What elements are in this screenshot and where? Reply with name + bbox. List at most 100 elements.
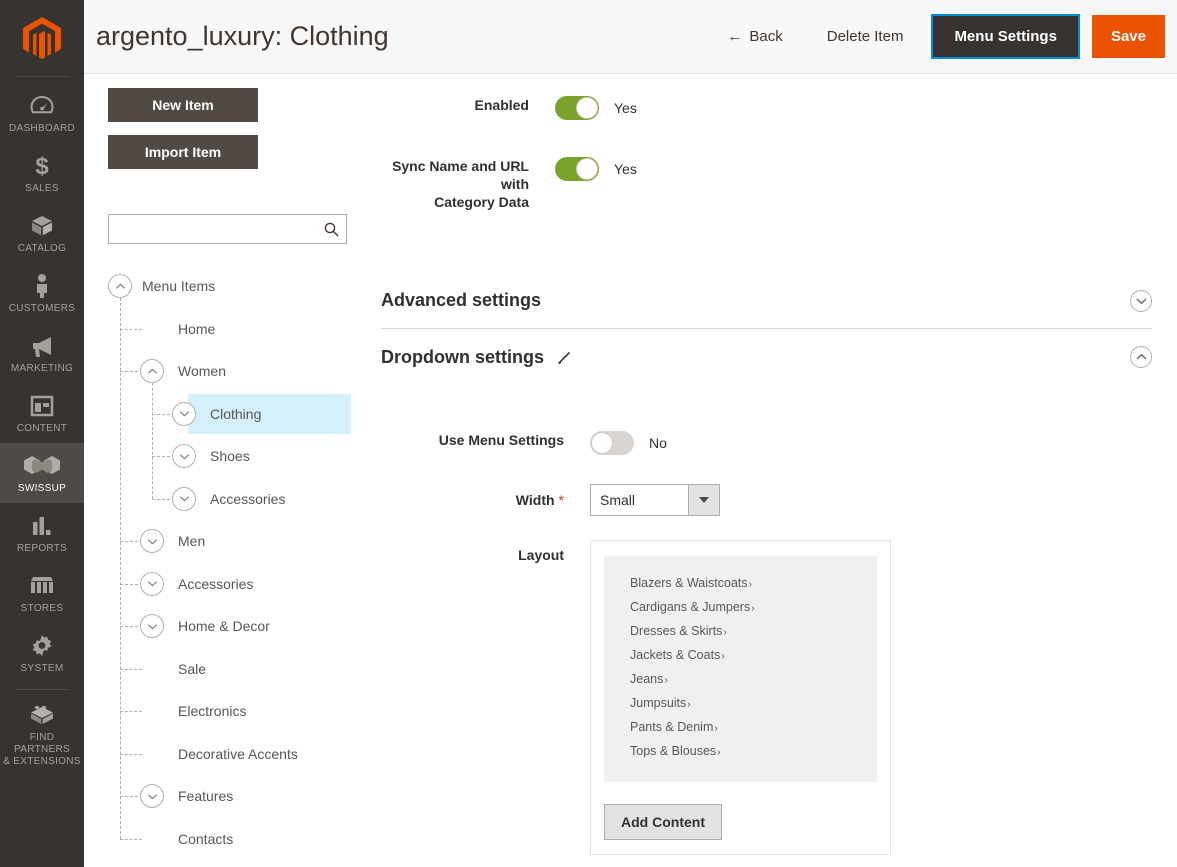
sidebar-item-marketing[interactable]: MARKETING bbox=[0, 323, 84, 383]
sidebar-item-stores[interactable]: STORES bbox=[0, 563, 84, 623]
tree-node[interactable]: Sale bbox=[108, 648, 381, 691]
sidebar-item-content[interactable]: CONTENT bbox=[0, 383, 84, 443]
chevron-down-icon[interactable] bbox=[140, 529, 164, 554]
tree-node[interactable]: Clothing bbox=[108, 393, 381, 436]
use-menu-settings-toggle[interactable] bbox=[590, 431, 634, 455]
advanced-settings-section[interactable]: Advanced settings bbox=[381, 273, 1152, 329]
tree-node-label: Features bbox=[178, 788, 234, 805]
tree-node[interactable]: Shoes bbox=[108, 435, 381, 478]
new-item-button[interactable]: New Item bbox=[108, 88, 258, 122]
sidebar-item-system[interactable]: SYSTEM bbox=[0, 623, 84, 683]
chevron-down-icon[interactable] bbox=[1130, 289, 1152, 312]
sidebar-item-dashboard[interactable]: DASHBOARD bbox=[0, 83, 84, 143]
sync-control: Yes bbox=[555, 157, 637, 181]
chevron-up-icon[interactable] bbox=[108, 274, 132, 299]
dropdown-settings-section[interactable]: Dropdown settings bbox=[381, 329, 1152, 385]
tree-search bbox=[108, 214, 347, 244]
chevron-right-icon: › bbox=[723, 627, 727, 638]
use-menu-settings-control: No bbox=[590, 431, 667, 455]
chevron-up-icon[interactable] bbox=[140, 359, 164, 384]
magento-logo[interactable] bbox=[0, 0, 84, 76]
sidebar-item-customers[interactable]: CUSTOMERS bbox=[0, 263, 84, 323]
tree-node-label: Shoes bbox=[210, 448, 250, 465]
tree-connector-horizontal bbox=[120, 796, 138, 798]
sidebar-item-swissup[interactable]: SWISSUP bbox=[0, 443, 84, 503]
pencil-icon[interactable] bbox=[557, 350, 572, 365]
chevron-up-icon[interactable] bbox=[1130, 346, 1152, 368]
enabled-value: Yes bbox=[614, 100, 637, 116]
tree-node[interactable]: Features bbox=[108, 775, 381, 818]
search-input[interactable] bbox=[109, 216, 316, 242]
sidebar-item-reports[interactable]: REPORTS bbox=[0, 503, 84, 563]
chevron-down-icon[interactable] bbox=[172, 486, 196, 511]
menu-tree-panel: New Item Import Item Menu Items Home Women… bbox=[84, 74, 381, 860]
enabled-toggle[interactable] bbox=[555, 96, 599, 120]
store-icon bbox=[29, 573, 55, 599]
tree-node[interactable]: Men bbox=[108, 520, 381, 563]
back-button[interactable]: ← Back bbox=[705, 18, 804, 55]
toggle-knob bbox=[576, 158, 598, 180]
width-select[interactable]: Small bbox=[590, 484, 720, 516]
sync-toggle[interactable] bbox=[555, 157, 599, 181]
sidebar-label: DASHBOARD bbox=[8, 123, 76, 134]
width-label: Width * bbox=[381, 484, 590, 509]
toggle-knob bbox=[591, 432, 613, 454]
sidebar-item-catalog[interactable]: CATALOG bbox=[0, 203, 84, 263]
chevron-down-icon[interactable] bbox=[140, 571, 164, 596]
enabled-label: Enabled bbox=[474, 97, 529, 113]
tree-node[interactable]: Decorative Accents bbox=[108, 733, 381, 776]
layout-item[interactable]: Jackets & Coats› bbox=[630, 644, 877, 668]
layout-item-label: Jeans bbox=[630, 672, 664, 686]
layout-item[interactable]: Tops & Blouses› bbox=[630, 740, 877, 764]
tree-node[interactable]: Home bbox=[108, 308, 381, 351]
save-button[interactable]: Save bbox=[1091, 15, 1165, 58]
layout-control: Blazers & Waistcoats› Cardigans & Jumpers… bbox=[590, 540, 891, 855]
gear-icon bbox=[30, 633, 54, 659]
chevron-down-icon[interactable] bbox=[140, 614, 164, 639]
sidebar-label: CATALOG bbox=[17, 243, 67, 254]
sidebar-item-find-partners[interactable]: FIND PARTNERS & EXTENSIONS bbox=[0, 692, 84, 776]
width-selected-value: Small bbox=[600, 492, 636, 508]
menu-tree: Menu Items Home Women Clothing Shoes Accessor… bbox=[108, 265, 381, 860]
chevron-right-icon: › bbox=[748, 579, 752, 590]
sidebar-label: STORES bbox=[20, 603, 64, 614]
tree-node[interactable]: Accessories bbox=[108, 563, 381, 606]
megaphone-icon bbox=[29, 333, 55, 359]
layout-item-label: Blazers & Waistcoats bbox=[630, 576, 748, 590]
tree-node[interactable]: Women bbox=[108, 350, 381, 393]
layout-item[interactable]: Blazers & Waistcoats› bbox=[630, 572, 877, 596]
admin-sidebar: DASHBOARD $ SALES CATALOG CUSTOMERS MARK… bbox=[0, 0, 84, 867]
tree-node[interactable]: Contacts bbox=[108, 818, 381, 861]
layout-item[interactable]: Pants & Denim› bbox=[630, 716, 877, 740]
tree-node[interactable]: Accessories bbox=[108, 478, 381, 521]
sidebar-label: REPORTS bbox=[16, 543, 68, 554]
content-split: New Item Import Item Menu Items Home Women… bbox=[84, 74, 1177, 867]
layout-item[interactable]: Jeans› bbox=[630, 668, 877, 692]
chevron-right-icon: › bbox=[687, 699, 691, 710]
layout-item-label: Jumpsuits bbox=[630, 696, 687, 710]
layout-item[interactable]: Cardigans & Jumpers› bbox=[630, 596, 877, 620]
add-content-button[interactable]: Add Content bbox=[604, 804, 722, 840]
field-enabled: Enabled Yes bbox=[381, 96, 1152, 120]
sidebar-label-line2: & EXTENSIONS bbox=[3, 756, 81, 767]
sidebar-item-sales[interactable]: $ SALES bbox=[0, 143, 84, 203]
sync-label: Sync Name and URL with Category Data bbox=[381, 157, 555, 211]
page-header: argento_luxury: Clothing ← Back Delete It… bbox=[84, 0, 1177, 74]
tree-node[interactable]: Electronics bbox=[108, 690, 381, 733]
search-icon[interactable] bbox=[316, 222, 346, 237]
menu-settings-button[interactable]: Menu Settings bbox=[931, 14, 1080, 59]
layout-item[interactable]: Dresses & Skirts› bbox=[630, 620, 877, 644]
chevron-down-icon[interactable] bbox=[172, 444, 196, 469]
dashboard-icon bbox=[30, 93, 54, 119]
tree-node[interactable]: Menu Items bbox=[108, 265, 381, 308]
sidebar-label: MARKETING bbox=[10, 363, 74, 374]
tree-connector-horizontal bbox=[120, 753, 142, 755]
delete-item-button[interactable]: Delete Item bbox=[805, 18, 926, 55]
chevron-down-icon[interactable] bbox=[172, 401, 196, 426]
layout-item[interactable]: Jumpsuits› bbox=[630, 692, 877, 716]
sidebar-label: SYSTEM bbox=[20, 663, 64, 674]
import-item-button[interactable]: Import Item bbox=[108, 135, 258, 169]
enabled-control: Yes bbox=[555, 96, 637, 120]
chevron-down-icon[interactable] bbox=[140, 784, 164, 809]
tree-node[interactable]: Home & Decor bbox=[108, 605, 381, 648]
